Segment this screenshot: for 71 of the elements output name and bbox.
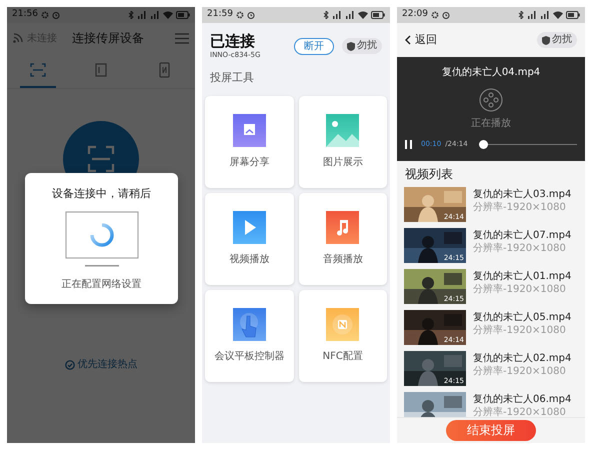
nfc-icon xyxy=(326,308,360,341)
alarm-icon xyxy=(52,11,60,19)
film-reel-icon xyxy=(479,88,503,112)
list-title: 视频列表 xyxy=(404,166,454,183)
tool-tile[interactable]: 视频播放 xyxy=(205,193,294,285)
playback-status: 正在播放 xyxy=(471,116,511,131)
section-title: 投屏工具 xyxy=(209,70,255,86)
status-time: 21:59 xyxy=(207,8,233,22)
video-resolution: 分辨率-1920×1080 xyxy=(473,365,567,378)
shield-icon xyxy=(347,42,355,50)
video-resolution: 分辨率-1920×1080 xyxy=(473,283,567,296)
do-not-disturb-chip[interactable]: 勿扰 xyxy=(537,32,577,48)
wifi-icon xyxy=(358,11,368,19)
battery-icon xyxy=(566,11,580,19)
bluetooth-icon xyxy=(323,11,329,19)
bluetooth-icon xyxy=(518,11,524,19)
video-title[interactable]: 复仇的未亡人02.mp4 xyxy=(473,352,572,365)
pause-icon[interactable] xyxy=(405,140,413,149)
video-resolution: 分辨率-1920×1080 xyxy=(473,324,567,337)
video-resolution: 分辨率-1920×1080 xyxy=(473,406,567,419)
signal-icon xyxy=(332,11,342,19)
video-title[interactable]: 复仇的未亡人05.mp4 xyxy=(473,311,572,324)
chevron-left-icon xyxy=(405,35,411,45)
disconnect-button[interactable]: 断开 xyxy=(294,38,334,54)
video-resolution: 分辨率-1920×1080 xyxy=(473,242,567,255)
video-resolution: 分辨率-1920×1080 xyxy=(473,201,567,214)
video-title[interactable]: 复仇的未亡人01.mp4 xyxy=(473,270,572,283)
music-note-icon xyxy=(326,211,360,244)
rss-icon xyxy=(13,33,23,43)
tool-tile[interactable]: 屏幕分享 xyxy=(205,96,294,188)
play-icon xyxy=(232,211,266,244)
seek-thumb[interactable] xyxy=(478,140,488,149)
alarm-icon xyxy=(246,11,255,19)
video-title[interactable]: 复仇的未亡人07.mp4 xyxy=(473,229,572,242)
screen-title: 连接传屏设备 xyxy=(71,30,145,47)
connection-status: 已连接 xyxy=(210,32,256,50)
video-title[interactable]: 复仇的未亡人06.mp4 xyxy=(473,393,572,406)
signal-icon xyxy=(345,11,355,19)
scan-icon xyxy=(29,60,48,78)
video-title: 复仇的未亡人04.mp4 xyxy=(442,66,540,80)
battery-icon xyxy=(176,11,190,19)
gear-icon xyxy=(236,11,244,19)
wifi-icon xyxy=(163,11,173,19)
shield-icon xyxy=(542,36,550,44)
bluetooth-icon xyxy=(128,11,134,19)
status-time: 22:09 xyxy=(402,8,428,22)
dialog-title: 设备连接中，请稍后 xyxy=(52,186,151,202)
wifi-icon xyxy=(553,11,563,19)
back-button[interactable]: 返回 xyxy=(405,32,437,48)
gear-icon xyxy=(430,11,439,19)
do-not-disturb-chip[interactable]: 勿扰 xyxy=(342,38,382,54)
tool-tile[interactable]: 图片展示 xyxy=(298,96,387,188)
hand-tap-icon xyxy=(232,308,266,341)
landscape-icon xyxy=(326,114,360,147)
signal-icon xyxy=(150,11,160,19)
picture-icon xyxy=(232,114,266,147)
dialog-message: 正在配置网络设置 xyxy=(62,278,142,292)
alarm-icon xyxy=(442,11,450,19)
gear-icon xyxy=(40,11,49,19)
status-time: 21:56 xyxy=(12,8,38,22)
video-title[interactable]: 复仇的未亡人03.mp4 xyxy=(473,188,572,201)
signal-icon xyxy=(137,11,147,19)
menu-icon[interactable] xyxy=(175,32,189,44)
tool-tile[interactable]: 会议平板控制器 xyxy=(205,290,294,382)
signal-icon xyxy=(540,11,550,19)
check-circle-icon xyxy=(64,360,74,370)
signal-icon xyxy=(527,11,537,19)
tool-tile[interactable]: NFC配置 xyxy=(298,290,387,382)
battery-icon xyxy=(371,11,385,19)
tool-tile[interactable]: 音频播放 xyxy=(298,193,387,285)
monitor-loading-icon xyxy=(64,210,138,268)
